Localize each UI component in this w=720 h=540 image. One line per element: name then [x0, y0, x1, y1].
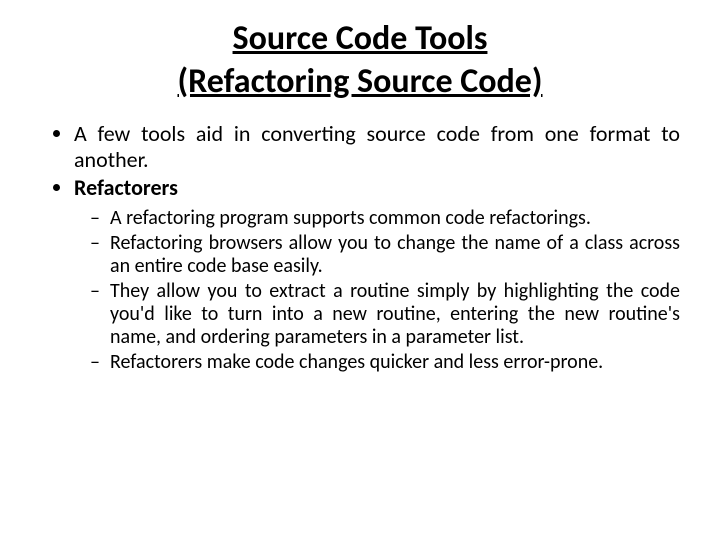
- sub-bullet-3: They allow you to extract a routine simp…: [110, 280, 680, 349]
- bullet-item-1: A few tools aid in converting source cod…: [74, 121, 680, 173]
- bullet-item-2: Refactorers A refactoring program suppor…: [74, 175, 680, 374]
- slide: Source Code Tools (Refactoring Source Co…: [0, 0, 720, 540]
- slide-title: Source Code Tools (Refactoring Source Co…: [40, 18, 680, 103]
- bullet-item-2-label: Refactorers: [74, 174, 178, 201]
- sub-bullet-list: A refactoring program supports common co…: [74, 207, 680, 374]
- sub-bullet-2: Refactoring browsers allow you to change…: [110, 232, 680, 278]
- title-line-2: (Refactoring Source Code): [177, 61, 542, 102]
- sub-bullet-1: A refactoring program supports common co…: [110, 207, 680, 230]
- sub-bullet-4: Refactorers make code changes quicker an…: [110, 351, 680, 374]
- bullet-list: A few tools aid in converting source cod…: [40, 121, 680, 374]
- title-line-1: Source Code Tools: [233, 18, 488, 59]
